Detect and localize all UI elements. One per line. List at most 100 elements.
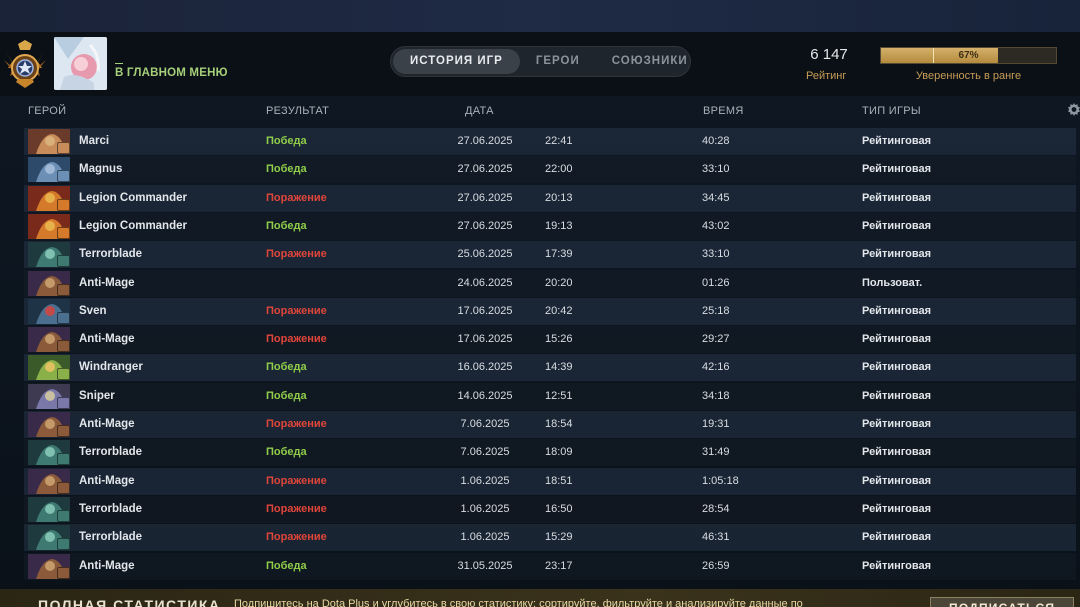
match-start-time: 12:51 [545, 389, 573, 402]
match-date: 7.06.2025 [460, 446, 510, 459]
hero-facet-icon [57, 226, 70, 239]
column-header-duration[interactable]: ВРЕМЯ [703, 105, 744, 117]
table-row[interactable]: Sniper Победа 14.06.2025 12:51 34:18 Рейтинго… [24, 382, 1076, 410]
match-duration: 43:02 [702, 219, 730, 232]
table-row[interactable]: Anti-Mage Поражение 17.06.2025 15:26 29:27 Ре… [24, 326, 1076, 354]
match-date: 1.06.2025 [460, 531, 510, 544]
game-mode: Рейтинговая [862, 191, 932, 204]
match-date: 27.06.2025 [457, 135, 513, 147]
column-header-hero[interactable]: ГЕРОЙ [28, 105, 66, 117]
game-mode: Рейтинговая [862, 304, 932, 317]
match-duration: 28:54 [702, 502, 730, 515]
hero-portrait [28, 355, 70, 381]
hero-name: Anti-Mage [79, 333, 135, 346]
banner-description: Подпишитесь на Dota Plus и углубитесь в … [234, 598, 803, 607]
table-row[interactable]: Marci Победа 27.06.2025 22:41 40:28 Рейтингов… [24, 128, 1076, 155]
match-duration: 40:28 [702, 135, 730, 147]
match-result: Победа [266, 219, 307, 232]
game-mode: Пользоват. [862, 276, 923, 289]
match-date: 14.06.2025 [457, 389, 513, 402]
hero-facet-icon [57, 170, 70, 183]
match-date: 25.06.2025 [457, 248, 513, 261]
player-avatar[interactable] [54, 37, 107, 90]
match-duration: 33:10 [702, 163, 730, 176]
table-row[interactable]: Terrorblade Поражение 1.06.2025 15:29 46:31 Р… [24, 524, 1076, 552]
match-duration: 42:16 [702, 361, 730, 374]
hero-portrait [28, 129, 70, 154]
match-start-time: 20:42 [545, 304, 573, 317]
table-row[interactable]: Terrorblade Поражение 1.06.2025 16:50 28:54 Р… [24, 495, 1076, 523]
match-start-time: 17:39 [545, 248, 573, 261]
hero-portrait [28, 553, 70, 579]
hero-portrait [28, 242, 70, 268]
hero-name: Magnus [79, 163, 123, 176]
hero-portrait [28, 383, 70, 409]
subscribe-button[interactable]: ПОДПИСАТЬСЯ [930, 597, 1074, 607]
rank-medal-icon[interactable] [2, 38, 48, 90]
match-start-time: 16:50 [545, 502, 573, 515]
match-result: Поражение [266, 191, 327, 204]
match-start-time: 18:51 [545, 474, 573, 487]
tab-heroes[interactable]: ГЕРОИ [520, 49, 596, 74]
match-duration: 19:31 [702, 418, 730, 430]
table-row[interactable]: Terrorblade Поражение 25.06.2025 17:39 33:10… [24, 241, 1076, 269]
match-date: 27.06.2025 [457, 191, 513, 204]
match-result: Поражение [266, 418, 327, 430]
hero-portrait [28, 496, 70, 522]
game-mode: Рейтинговая [862, 361, 932, 374]
hero-facet-icon [57, 255, 70, 268]
gear-icon[interactable] [1066, 102, 1080, 118]
hero-name: Anti-Mage [79, 559, 135, 572]
hero-facet-icon [57, 566, 70, 579]
hero-name: Terrorblade [79, 446, 143, 459]
game-mode: Рейтинговая [862, 135, 932, 147]
match-duration: 25:18 [702, 304, 730, 317]
match-date: 24.06.2025 [457, 276, 513, 289]
hero-name: Anti-Mage [79, 474, 135, 487]
hero-name: Anti-Mage [79, 276, 135, 289]
hero-portrait [28, 327, 70, 353]
game-mode: Рейтинговая [862, 502, 932, 515]
table-row[interactable]: Legion Commander Поражение 27.06.2025 20:13… [24, 184, 1076, 212]
hero-facet-icon [57, 481, 70, 494]
match-date: 31.05.2025 [457, 559, 513, 572]
match-start-time: 20:20 [545, 276, 573, 289]
column-header-result[interactable]: РЕЗУЛЬТАТ [266, 105, 329, 117]
hero-facet-icon [57, 453, 70, 466]
table-row[interactable]: Legion Commander Победа 27.06.2025 19:13 43:… [24, 212, 1076, 240]
tab-match-history[interactable]: ИСТОРИЯ ИГР [393, 49, 520, 74]
table-row[interactable]: Sven Поражение 17.06.2025 20:42 25:18 Рейтинг… [24, 297, 1076, 325]
match-duration: 01:26 [702, 276, 730, 289]
rank-confidence-value: 67% [958, 50, 979, 61]
hero-facet-icon [57, 368, 70, 381]
match-duration: 26:59 [702, 559, 730, 572]
hero-facet-icon [57, 396, 70, 409]
match-date: 27.06.2025 [457, 163, 513, 176]
game-mode: Рейтинговая [862, 163, 932, 176]
column-header-date[interactable]: ДАТА [465, 105, 494, 117]
hero-facet-icon [57, 425, 70, 437]
match-result: Победа [266, 361, 307, 374]
tab-allies[interactable]: СОЮЗНИКИ [596, 49, 704, 74]
match-start-time: 23:17 [545, 559, 573, 572]
table-row[interactable]: Terrorblade Победа 7.06.2025 18:09 31:49 Рейт… [24, 439, 1076, 467]
table-row[interactable]: Magnus Победа 27.06.2025 22:00 33:10 Рейтинго… [24, 156, 1076, 184]
table-row[interactable]: Windranger Победа 16.06.2025 14:39 42:16 Рейт… [24, 354, 1076, 382]
hero-name: Windranger [79, 361, 143, 374]
hero-facet-icon [57, 142, 70, 154]
banner-title: ПОЛНАЯ СТАТИСТИКА [38, 597, 221, 607]
match-date: 1.06.2025 [460, 502, 510, 515]
table-row[interactable]: Anti-Mage Поражение 1.06.2025 18:51 1:05:18 Р… [24, 467, 1076, 495]
table-row[interactable]: Anti-Mage Поражение 7.06.2025 18:54 19:31 Рей… [24, 411, 1076, 438]
game-mode: Рейтинговая [862, 418, 932, 430]
column-header-game-mode[interactable]: ТИП ИГРЫ [862, 105, 921, 117]
match-duration: 33:10 [702, 248, 730, 261]
match-result: Поражение [266, 474, 327, 487]
table-row[interactable]: Anti-Mage 24.06.2025 20:20 01:26 Пользоват. [24, 269, 1076, 297]
back-to-main-menu-link[interactable]: В ГЛАВНОМ МЕНЮ [115, 63, 228, 79]
match-date: 1.06.2025 [460, 474, 510, 487]
match-result: Победа [266, 135, 307, 147]
hero-facet-icon [57, 509, 70, 522]
rank-confidence-bar: 67% [880, 47, 1057, 64]
table-row[interactable]: Anti-Mage Победа 31.05.2025 23:17 26:59 Рейти… [24, 552, 1076, 580]
